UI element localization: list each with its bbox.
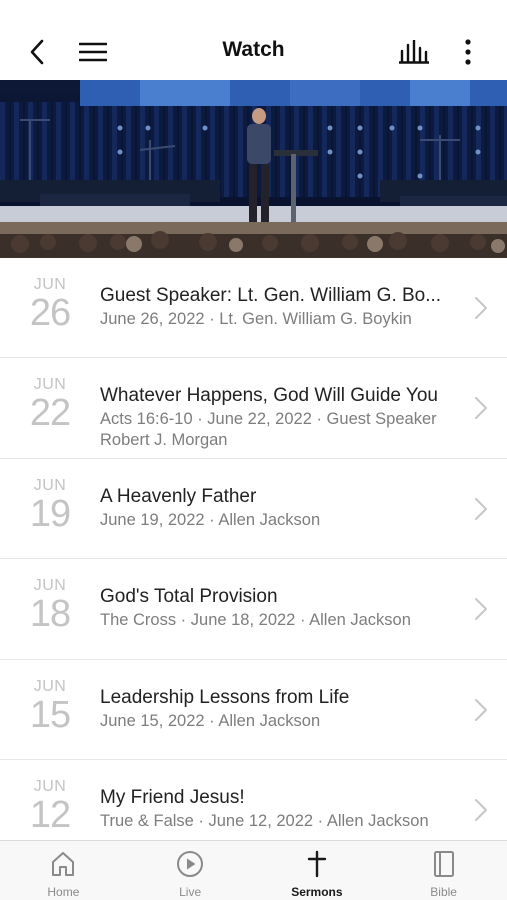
tab-bible[interactable]: Bible — [380, 841, 507, 900]
sermon-title: A Heavenly Father — [100, 485, 257, 507]
tab-home[interactable]: Home — [0, 841, 127, 900]
sermon-date: JUN 22 — [22, 376, 78, 432]
tab-label: Home — [47, 885, 80, 899]
hero-image — [0, 80, 507, 258]
date-day: 22 — [29, 392, 71, 435]
sermon-info: Whatever Happens, God Will Guide You Act… — [100, 384, 463, 451]
sermon-info: A Heavenly Father June 19, 2022 · Allen … — [100, 485, 463, 531]
date-day: 19 — [29, 492, 71, 535]
sermon-title: Whatever Happens, God Will Guide You — [100, 385, 438, 407]
sermon-info: Guest Speaker: Lt. Gen. William G. Bo...… — [100, 284, 463, 330]
sermon-date: JUN 19 — [22, 477, 78, 533]
date-day: 15 — [29, 693, 71, 736]
sermon-date: JUN 26 — [22, 276, 78, 332]
tab-live[interactable]: Live — [127, 841, 254, 900]
menu-button[interactable] — [75, 34, 111, 70]
chevron-right-icon — [475, 297, 487, 319]
more-vertical-icon — [465, 39, 471, 65]
sermon-row[interactable]: JUN 19 A Heavenly Father June 19, 2022 ·… — [0, 458, 507, 560]
sermon-meta: Acts 16:6-10 · June 22, 2022 · Guest Spe… — [100, 410, 437, 450]
sermon-title: God's Total Provision — [100, 586, 278, 608]
sermon-title: Guest Speaker: Lt. Gen. William G. Bo... — [100, 285, 442, 306]
chevron-right-icon — [475, 698, 487, 721]
date-day: 18 — [29, 593, 71, 636]
tab-label: Bible — [430, 885, 457, 899]
stage-photo — [0, 80, 507, 258]
chevron-right-icon — [475, 497, 487, 520]
sermon-meta: June 19, 2022 · Allen Jackson — [100, 510, 321, 529]
sermon-row[interactable]: JUN 18 God's Total Provision The Cross ·… — [0, 559, 507, 660]
chevron-right-icon — [475, 798, 487, 821]
tab-label: Sermons — [291, 885, 343, 899]
sermon-meta: The Cross · June 18, 2022 · Allen Jackso… — [100, 611, 411, 630]
sermon-info: Leadership Lessons from Life June 15, 20… — [100, 686, 463, 732]
sermon-info: My Friend Jesus! True & False · June 12,… — [100, 786, 463, 832]
sermon-row[interactable]: JUN 15 Leadership Lessons from Life June… — [0, 659, 507, 760]
audio-bars-icon — [399, 40, 429, 64]
sermon-meta: True & False · June 12, 2022 · Allen Jac… — [100, 811, 429, 830]
date-day: 12 — [29, 793, 71, 836]
sermon-info: God's Total Provision The Cross · June 1… — [100, 585, 463, 631]
nav-bar: Watch — [0, 24, 507, 80]
tab-sermons[interactable]: Sermons — [254, 841, 381, 900]
book-icon — [433, 851, 454, 877]
hamburger-icon — [79, 42, 107, 62]
sermon-row[interactable]: JUN 26 Guest Speaker: Lt. Gen. William G… — [0, 258, 507, 359]
home-icon — [52, 852, 75, 876]
sermon-meta: June 15, 2022 · Allen Jackson — [100, 711, 321, 730]
sermon-list: JUN 26 Guest Speaker: Lt. Gen. William G… — [0, 258, 507, 840]
back-button[interactable] — [20, 34, 56, 70]
sermon-title: My Friend Jesus! — [100, 786, 245, 808]
more-button[interactable] — [450, 34, 486, 70]
date-month: JUN — [33, 677, 67, 695]
tab-bar: Home Live Sermons Bible — [0, 840, 507, 900]
sermon-title: Leadership Lessons from Life — [100, 686, 350, 708]
sermon-date: JUN 12 — [22, 778, 78, 834]
sermon-date: JUN 18 — [22, 577, 78, 633]
sermon-row[interactable]: JUN 12 My Friend Jesus! True & False · J… — [0, 759, 507, 840]
audio-button[interactable] — [396, 34, 432, 70]
chevron-left-icon — [30, 39, 44, 65]
tab-label: Live — [179, 885, 202, 899]
date-day: 26 — [29, 292, 71, 334]
status-bar — [0, 0, 507, 24]
play-circle-icon — [177, 851, 204, 877]
chevron-right-icon — [475, 598, 487, 621]
cross-icon — [307, 850, 327, 878]
sermon-date: JUN 15 — [22, 678, 78, 734]
sermon-row[interactable]: JUN 22 Whatever Happens, God Will Guide … — [0, 358, 507, 459]
sermon-meta: June 26, 2022 · Lt. Gen. William G. Boyk… — [100, 310, 412, 328]
chevron-right-icon — [475, 397, 487, 420]
